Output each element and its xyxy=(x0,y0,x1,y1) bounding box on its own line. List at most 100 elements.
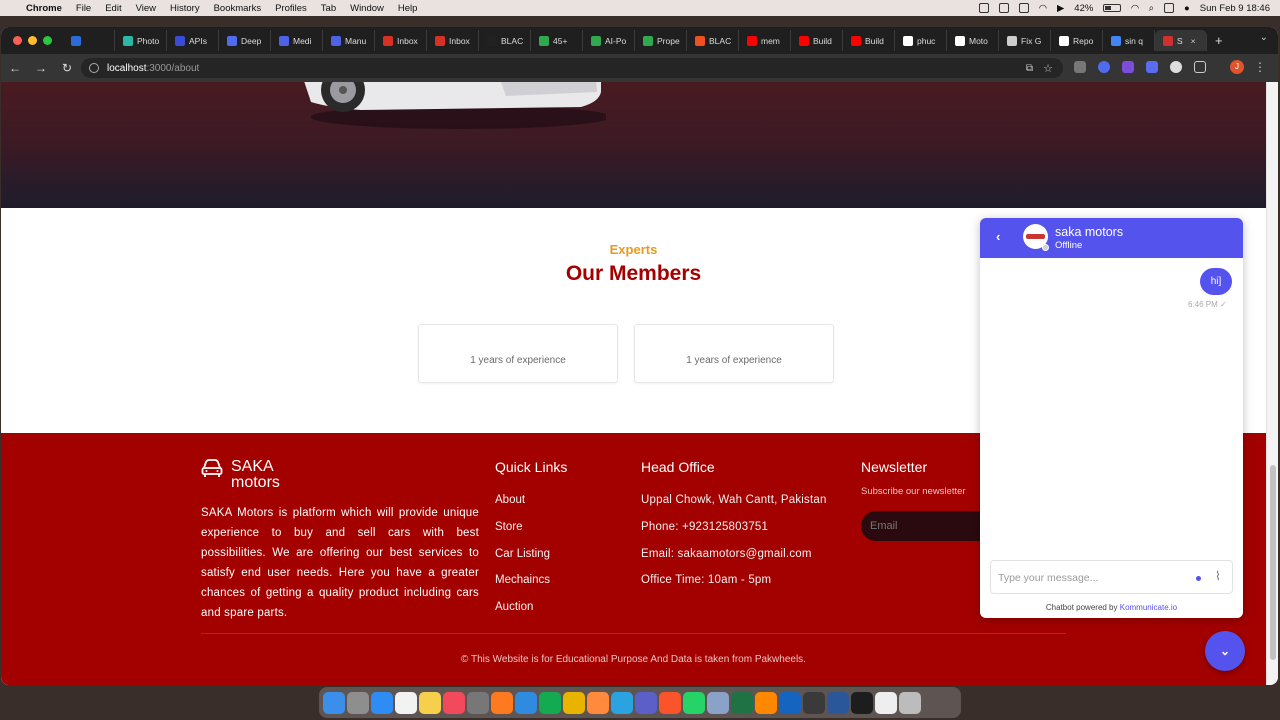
chat-input-placeholder[interactable]: Type your message... xyxy=(998,572,1098,584)
member-card[interactable]: 1 years of experience xyxy=(634,324,834,383)
browser-tab[interactable]: mem xyxy=(739,30,791,51)
reload-icon[interactable]: ↻ xyxy=(55,61,79,75)
minimize-window-button[interactable] xyxy=(28,36,37,45)
wifi-icon[interactable]: ◜◝ xyxy=(1131,3,1138,14)
chat-back-icon[interactable]: ‹ xyxy=(996,229,1000,244)
outlook-dock-icon[interactable] xyxy=(779,691,801,714)
vscode-dock-icon[interactable] xyxy=(515,691,537,714)
browser-tab[interactable]: Prope xyxy=(635,30,687,51)
safari-dock-icon[interactable] xyxy=(371,691,393,714)
whatsapp-dock-icon[interactable] xyxy=(683,691,705,714)
forward-arrow-icon[interactable]: → xyxy=(29,61,53,75)
attachment-paperclip-icon[interactable]: ⌇ xyxy=(1215,569,1221,583)
chrome-dock-icon[interactable] xyxy=(563,691,585,714)
browser-tab[interactable]: AI-Po xyxy=(583,30,635,51)
menu-window[interactable]: Window xyxy=(350,3,384,14)
carapp-dock-icon[interactable] xyxy=(875,691,897,714)
menubar-clock[interactable]: Sun Feb 9 18:46 xyxy=(1200,3,1270,14)
footer-link-car-listing[interactable]: Car Listing xyxy=(495,548,550,560)
browser-tab[interactable]: Fix G xyxy=(999,30,1051,51)
browser-tab[interactable]: APIs xyxy=(167,30,219,51)
site-info-icon[interactable] xyxy=(89,63,99,73)
extension-circle-icon[interactable] xyxy=(1170,61,1182,73)
page-scrollbar[interactable] xyxy=(1266,82,1278,685)
extension-gear-icon[interactable] xyxy=(1098,61,1110,73)
browser-tab[interactable]: 45+ xyxy=(531,30,583,51)
browser-tab[interactable]: sin q xyxy=(1103,30,1155,51)
telegram-dock-icon[interactable] xyxy=(611,691,633,714)
mongodb-dock-icon[interactable] xyxy=(539,691,561,714)
browser-tab[interactable]: Manu xyxy=(323,30,375,51)
browser-tab[interactable]: Deep xyxy=(219,30,271,51)
new-tab-button[interactable]: + xyxy=(1215,33,1223,48)
chat-toggle-button[interactable]: ⌄ xyxy=(1205,631,1245,671)
install-app-icon[interactable]: ⧉ xyxy=(1026,63,1033,74)
menu-bookmarks[interactable]: Bookmarks xyxy=(214,3,262,14)
footer-link-auction[interactable]: Auction xyxy=(495,601,533,613)
back-arrow-icon[interactable]: ← xyxy=(3,61,27,75)
browser-tab[interactable]: S × xyxy=(1155,30,1207,51)
extension-brain-icon[interactable] xyxy=(1122,61,1134,73)
menu-edit[interactable]: Edit xyxy=(105,3,121,14)
finder-dock-icon[interactable] xyxy=(323,691,345,714)
headphones-icon[interactable]: ◠ xyxy=(1039,3,1047,14)
music-dock-icon[interactable] xyxy=(443,691,465,714)
vlc-status-icon[interactable] xyxy=(998,3,1009,13)
kommunicate-link[interactable]: Kommunicate.io xyxy=(1120,603,1177,612)
menu-tab[interactable]: Tab xyxy=(321,3,336,14)
teams-dock-icon[interactable] xyxy=(635,691,657,714)
browser-tab[interactable]: Build xyxy=(843,30,895,51)
close-tab-icon[interactable]: × xyxy=(1191,36,1196,46)
browser-tab[interactable]: phuc xyxy=(895,30,947,51)
extension-bot-icon[interactable] xyxy=(1146,61,1158,73)
spotlight-search-icon[interactable]: ⌕ xyxy=(1149,3,1154,14)
scrollbar-thumb[interactable] xyxy=(1270,465,1276,660)
battery-icon[interactable] xyxy=(1103,4,1122,12)
zoom-window-button[interactable] xyxy=(43,36,52,45)
profile-avatar[interactable]: J xyxy=(1230,60,1244,74)
browser-tab[interactable]: Repo xyxy=(1051,30,1103,51)
tab-search-icon[interactable]: ⌄ xyxy=(1260,32,1268,43)
quicktime-dock-icon[interactable] xyxy=(803,691,825,714)
menu-view[interactable]: View xyxy=(136,3,156,14)
firefox-dock-icon[interactable] xyxy=(491,691,513,714)
sublime-dock-icon[interactable] xyxy=(587,691,609,714)
browser-tab[interactable]: BLAC xyxy=(479,30,531,51)
word-dock-icon[interactable] xyxy=(827,691,849,714)
browser-tab[interactable]: Inbox xyxy=(375,30,427,51)
menu-file[interactable]: File xyxy=(76,3,91,14)
browser-tab[interactable]: Medi xyxy=(271,30,323,51)
preview-dock-icon[interactable] xyxy=(707,691,729,714)
status-grid-icon[interactable] xyxy=(1018,3,1029,13)
vlc-dock-icon[interactable] xyxy=(755,691,777,714)
chrome-menu-icon[interactable]: ⋮ xyxy=(1254,60,1266,74)
browser-tab[interactable]: Build xyxy=(791,30,843,51)
extension-icon[interactable] xyxy=(1074,61,1086,73)
footer-link-store[interactable]: Store xyxy=(495,521,523,533)
play-status-icon[interactable]: ▶ xyxy=(1057,3,1064,14)
reminders-dock-icon[interactable] xyxy=(395,691,417,714)
footer-link-about[interactable]: About xyxy=(495,494,525,506)
extensions-puzzle-icon[interactable] xyxy=(1194,61,1206,73)
siri-icon[interactable]: ● xyxy=(1184,3,1190,14)
chat-composer[interactable]: Type your message... ⌇ xyxy=(990,560,1233,594)
menu-profiles[interactable]: Profiles xyxy=(275,3,307,14)
menu-help[interactable]: Help xyxy=(398,3,418,14)
notes-dock-icon[interactable] xyxy=(419,691,441,714)
menu-history[interactable]: History xyxy=(170,3,200,14)
member-card[interactable]: 1 years of experience xyxy=(418,324,618,383)
newsletter-email-input[interactable] xyxy=(861,511,991,541)
launchpad-dock-icon[interactable] xyxy=(347,691,369,714)
menubar-app-name[interactable]: Chrome xyxy=(26,3,62,14)
control-center-icon[interactable] xyxy=(1164,3,1174,13)
status-app-icon[interactable] xyxy=(978,3,989,13)
bookmark-star-icon[interactable]: ☆ xyxy=(1043,62,1053,75)
footer-brand[interactable]: SAKA motors xyxy=(201,459,280,491)
settings-dock-icon[interactable] xyxy=(467,691,489,714)
browser-tab[interactable]: Inbox xyxy=(427,30,479,51)
excel-dock-icon[interactable] xyxy=(731,691,753,714)
brave-dock-icon[interactable] xyxy=(659,691,681,714)
close-window-button[interactable] xyxy=(13,36,22,45)
browser-tab[interactable]: Moto xyxy=(947,30,999,51)
browser-tab[interactable]: BLAC xyxy=(687,30,739,51)
